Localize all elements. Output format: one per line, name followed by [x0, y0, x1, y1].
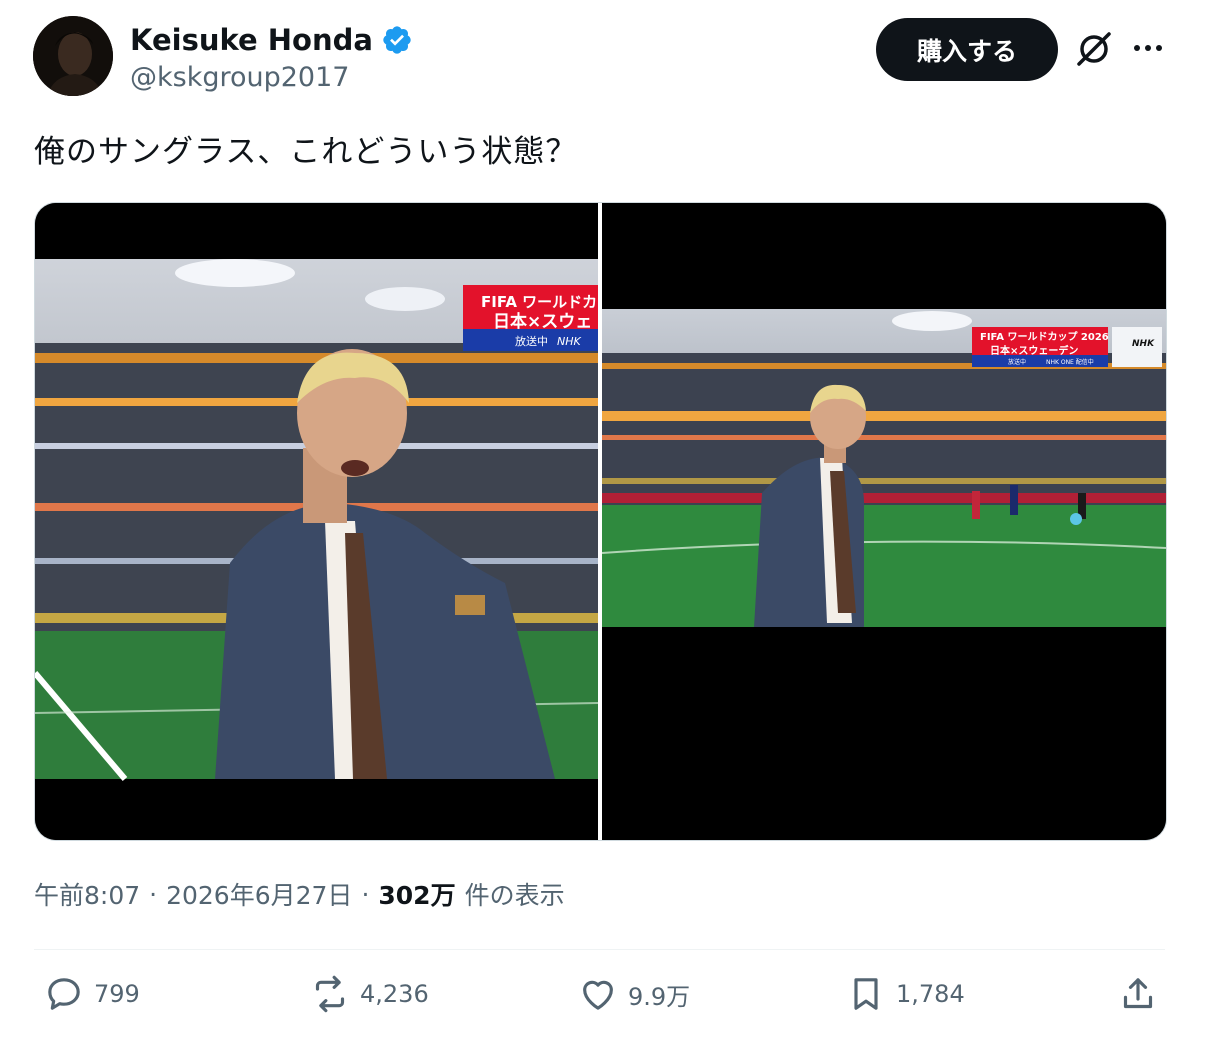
- verified-badge-icon: [383, 26, 411, 54]
- media-left-image: FIFA ワールドカップ 日本×スウェ 放送中 NHK: [35, 203, 598, 840]
- heart-icon: [583, 980, 613, 1010]
- like-count: 9.9万: [628, 982, 691, 1011]
- left-overlay-match: 日本×スウェ: [493, 311, 592, 332]
- repost-count: 4,236: [360, 980, 429, 1008]
- media-left[interactable]: FIFA ワールドカップ 日本×スウェ 放送中 NHK: [35, 203, 598, 840]
- bookmark-button[interactable]: 1,784: [846, 974, 965, 1014]
- avatar[interactable]: [33, 16, 113, 96]
- grok-icon[interactable]: [1073, 28, 1115, 70]
- right-overlay-match: 日本×スウェーデン: [990, 344, 1078, 357]
- handle[interactable]: @kskgroup2017: [130, 62, 349, 93]
- more-icon[interactable]: [1130, 30, 1166, 66]
- left-overlay-network: NHK: [557, 335, 582, 348]
- like-button[interactable]: 9.9万: [578, 974, 690, 1014]
- tweet-date[interactable]: 2026年6月27日: [166, 876, 352, 912]
- tweet-time[interactable]: 午前8:07: [34, 876, 140, 912]
- tweet-meta: 午前8:07 · 2026年6月27日 · 302万 件の表示: [34, 876, 565, 912]
- divider: [34, 949, 1165, 950]
- bookmark-count: 1,784: [896, 980, 965, 1008]
- right-overlay-status: 放送中: [1008, 358, 1026, 366]
- reply-count: 799: [94, 980, 140, 1008]
- right-overlay-title: FIFA ワールドカップ 2026: [980, 330, 1109, 343]
- reply-icon: [48, 978, 80, 1010]
- views-count: 302万: [378, 881, 456, 910]
- reply-button[interactable]: 799: [44, 974, 140, 1014]
- right-overlay-network-logo: NHK: [1132, 339, 1155, 349]
- meta-separator: ·: [149, 879, 158, 909]
- left-overlay-title: FIFA ワールドカップ: [481, 293, 598, 311]
- buy-button[interactable]: 購入する: [876, 18, 1058, 81]
- views-label: 件の表示: [464, 881, 565, 910]
- repost-button[interactable]: 4,236: [310, 974, 429, 1014]
- bookmark-icon: [854, 978, 878, 1010]
- display-name[interactable]: Keisuke Honda: [130, 22, 373, 58]
- share-button[interactable]: [1118, 974, 1158, 1014]
- media-right[interactable]: FIFA ワールドカップ 2026 日本×スウェーデン 放送中 NHK ONE …: [602, 203, 1166, 840]
- share-icon: [1123, 978, 1153, 1009]
- tweet-text: 俺のサングラス、これどういう状態？: [34, 134, 578, 170]
- media-right-image: FIFA ワールドカップ 2026 日本×スウェーデン 放送中 NHK ONE …: [602, 203, 1166, 840]
- media-grid[interactable]: FIFA ワールドカップ 日本×スウェ 放送中 NHK: [34, 202, 1167, 841]
- avatar-image: [33, 16, 113, 96]
- right-overlay-network: NHK ONE 配信中: [1046, 358, 1094, 366]
- left-overlay-status: 放送中: [515, 334, 548, 348]
- repost-icon: [315, 975, 345, 1013]
- meta-separator: ·: [361, 879, 370, 909]
